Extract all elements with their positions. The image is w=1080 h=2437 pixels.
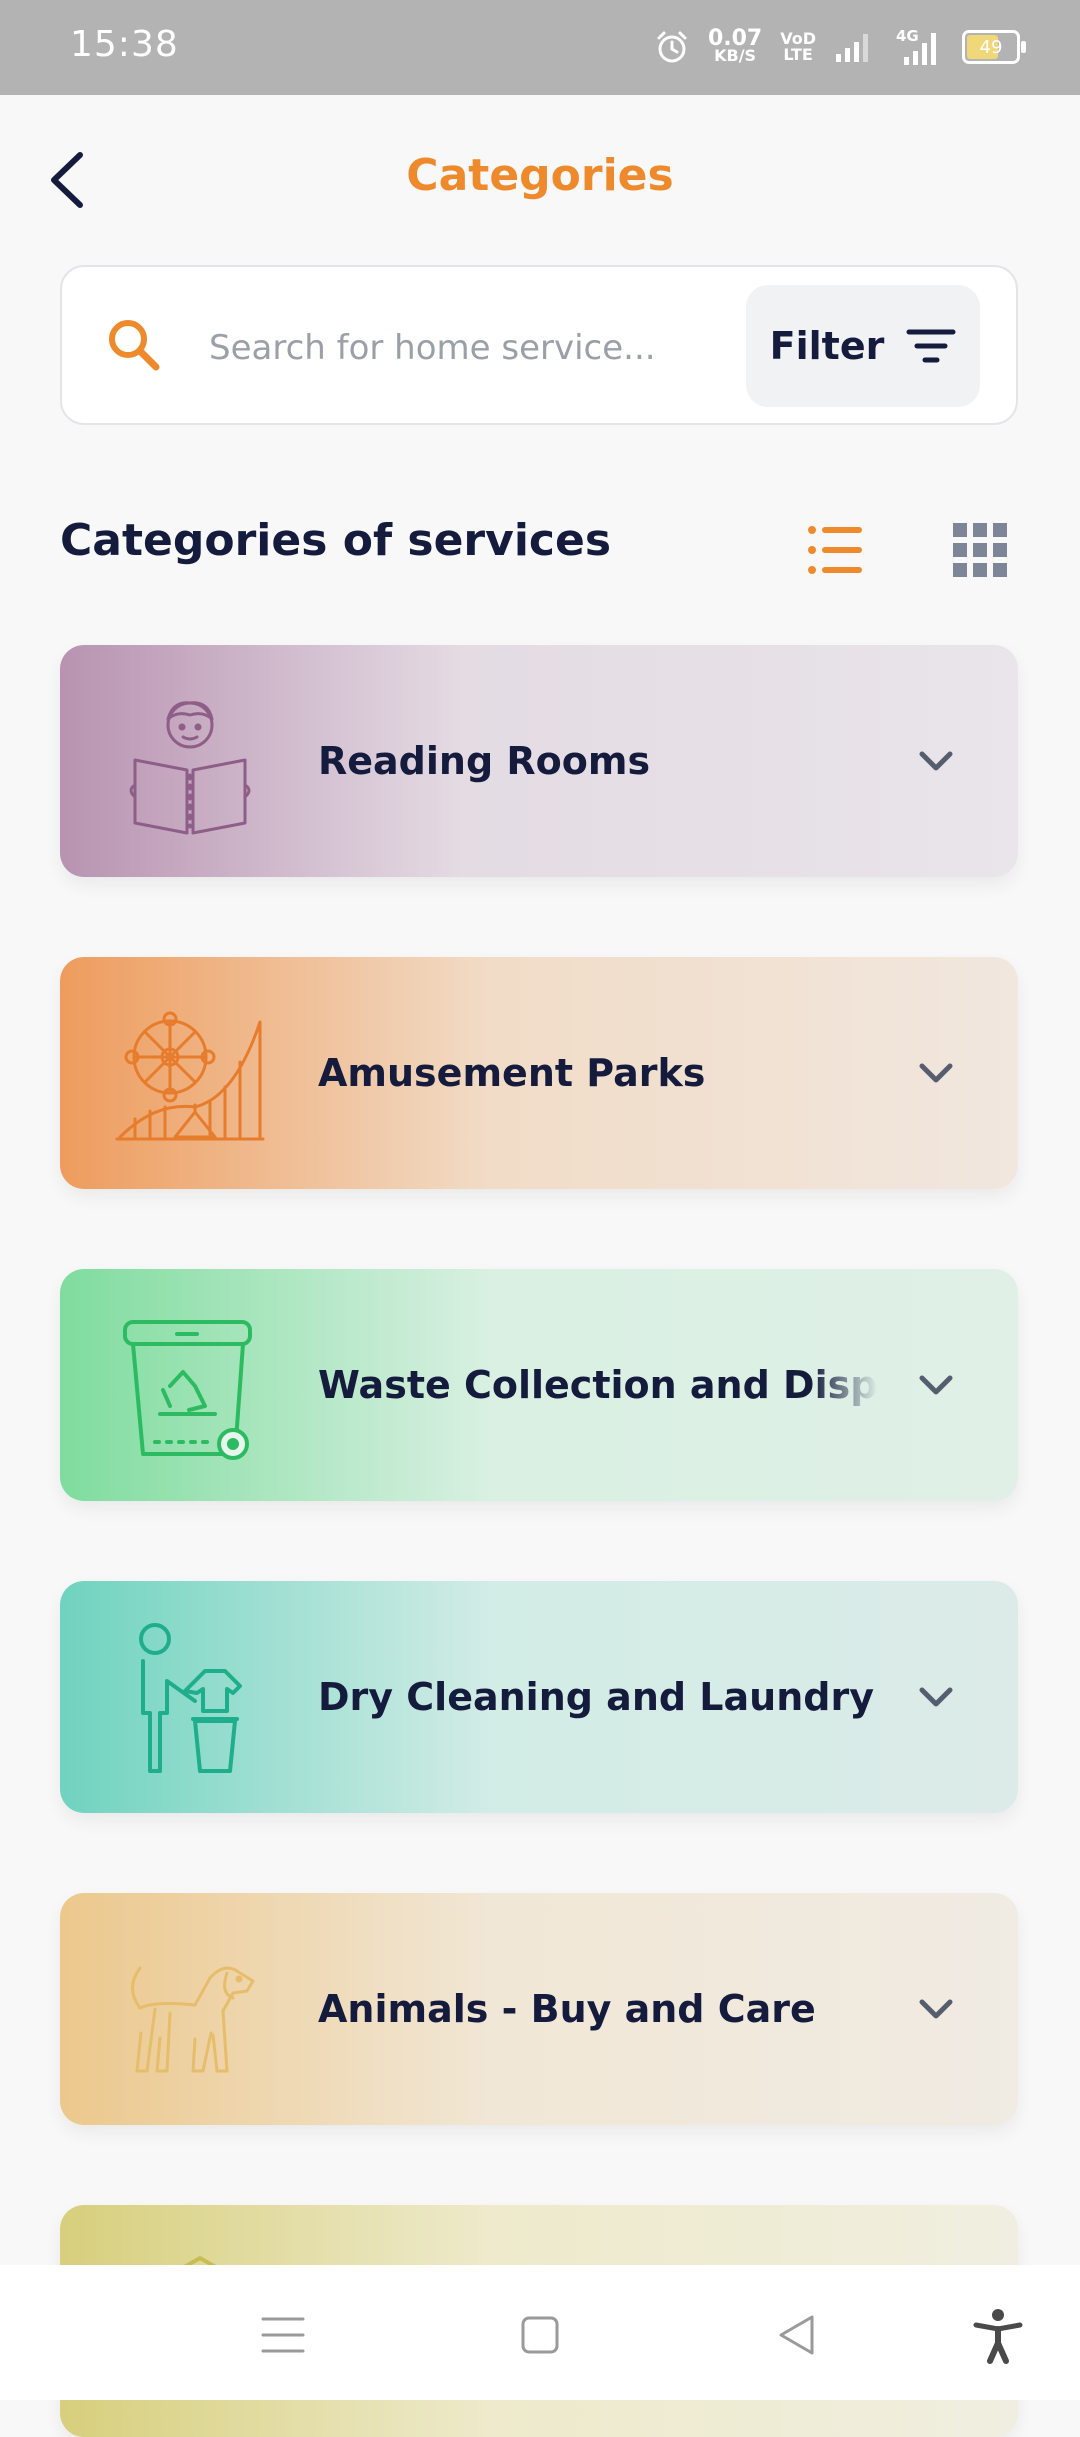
status-bar: 15:38 0.07 KB/S VoD LTE 4G 49 (0, 0, 1080, 95)
home-square-icon[interactable] (510, 2305, 570, 2365)
signal-icon (836, 34, 868, 62)
filter-label: Filter (769, 324, 885, 368)
recycle-bin-icon (123, 1320, 252, 1460)
section-title: Categories of services (60, 515, 612, 566)
category-card-dry-cleaning[interactable]: Dry Cleaning and Laundry (60, 1581, 1018, 1813)
network-speed: 0.07 KB/S (707, 26, 763, 65)
volte-bottom: LTE (783, 45, 813, 64)
chevron-down-icon[interactable] (912, 1361, 960, 1409)
category-label: Reading Rooms (318, 739, 651, 783)
search-input[interactable] (207, 312, 771, 384)
grid-view-icon[interactable] (945, 515, 1015, 585)
chevron-down-icon[interactable] (912, 1985, 960, 2033)
laundry-icon (139, 1623, 242, 1773)
dog-icon (131, 1966, 255, 2073)
chevron-down-icon[interactable] (912, 737, 960, 785)
volte-indicator: VoD LTE (780, 31, 816, 63)
status-time: 15:38 (70, 24, 179, 65)
category-label: Waste Collection and Disposal (318, 1363, 878, 1407)
network-speed-unit: KB/S (714, 46, 757, 65)
signal-4g-icon (904, 33, 936, 65)
menu-icon[interactable] (253, 2305, 313, 2365)
battery-indicator: 49 (962, 30, 1026, 64)
back-triangle-icon[interactable] (767, 2305, 827, 2365)
category-label: Animals - Buy and Care (318, 1987, 816, 2031)
category-label: Amusement Parks (318, 1051, 706, 1095)
battery-level: 49 (979, 36, 1003, 58)
chevron-down-icon[interactable] (912, 1049, 960, 1097)
category-card-amusement-parks[interactable]: Amusement Parks (60, 957, 1018, 1189)
category-card-waste-collection[interactable]: Waste Collection and Disposal (60, 1269, 1018, 1501)
ferris-wheel-icon (115, 1011, 265, 1141)
accessibility-icon[interactable] (968, 2305, 1028, 2365)
network-speed-value: 0.07 (707, 26, 763, 51)
category-label: Dry Cleaning and Laundry (318, 1675, 874, 1719)
search-bar: Filter (60, 265, 1018, 425)
category-card-reading-rooms[interactable]: Reading Rooms (60, 645, 1018, 877)
status-icons: 0.07 KB/S VoD LTE 4G 49 (654, 22, 1026, 72)
category-card-animals[interactable]: Animals - Buy and Care (60, 1893, 1018, 2125)
filter-icon (906, 329, 956, 363)
alarm-icon (657, 31, 687, 63)
signal-4g: 4G (892, 27, 944, 67)
chevron-down-icon[interactable] (912, 1673, 960, 1721)
list-view-icon[interactable] (800, 515, 870, 585)
page-title: Categories (406, 150, 674, 201)
filter-button[interactable]: Filter (746, 285, 980, 407)
reader-icon (129, 701, 251, 835)
system-nav-bar (0, 2265, 1080, 2400)
search-icon (109, 320, 160, 371)
